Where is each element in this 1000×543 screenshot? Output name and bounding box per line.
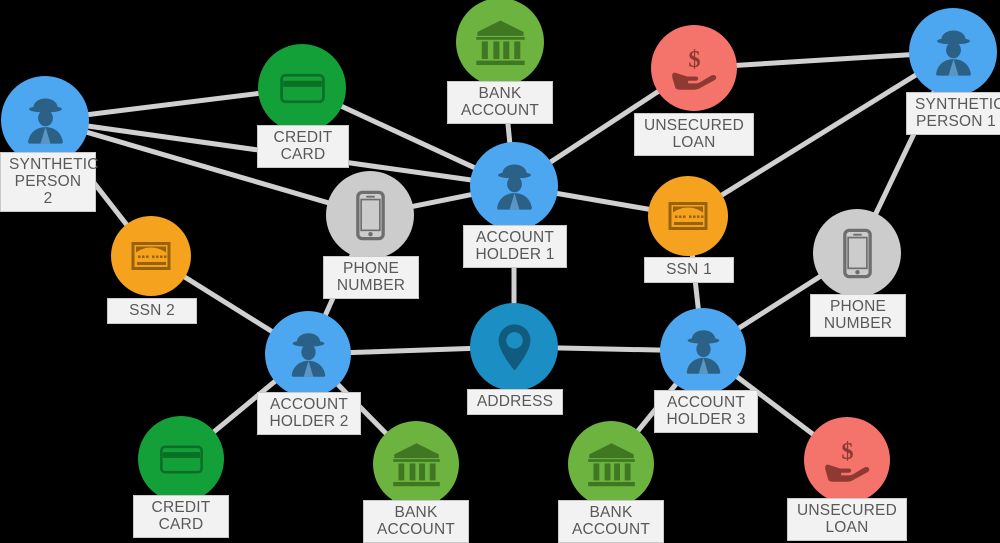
node-credit-card-bottom[interactable] xyxy=(138,416,224,502)
person-fedora-icon xyxy=(677,325,730,378)
node-label-ssn-1: SSN 1 xyxy=(644,257,734,283)
hand-dollar-icon: $ xyxy=(668,42,721,95)
ssn-card-icon xyxy=(126,231,176,281)
node-account-holder-3[interactable] xyxy=(660,308,746,394)
bank-building-icon xyxy=(390,438,443,491)
node-label-bank-account-b2: BANK ACCOUNT xyxy=(558,500,664,543)
node-label-account-holder-3: ACCOUNT HOLDER 3 xyxy=(654,390,758,433)
bank-building-icon xyxy=(473,15,528,70)
hand-dollar-icon: $ xyxy=(821,434,874,487)
node-label-unsecured-loan-top: UNSECURED LOAN xyxy=(634,113,754,156)
svg-text:$: $ xyxy=(688,45,700,72)
node-label-credit-card-bottom: CREDIT CARD xyxy=(133,495,229,538)
node-phone-number-right[interactable] xyxy=(813,209,901,297)
node-synthetic-person-1[interactable] xyxy=(909,8,997,96)
node-ssn-2[interactable] xyxy=(111,216,191,296)
node-label-account-holder-2: ACCOUNT HOLDER 2 xyxy=(257,392,361,435)
credit-card-icon xyxy=(275,61,330,116)
node-label-synthetic-person-1: SYNTHETIC PERSON 1 xyxy=(906,92,1000,135)
svg-text:$: $ xyxy=(841,437,853,464)
credit-card-icon xyxy=(155,433,208,486)
person-fedora-icon xyxy=(18,93,73,148)
node-unsecured-loan-bot[interactable]: $ xyxy=(804,417,890,503)
node-label-bank-account-top: BANK ACCOUNT xyxy=(447,81,553,124)
node-credit-card-top[interactable] xyxy=(258,44,346,132)
smartphone-icon xyxy=(343,188,398,243)
node-account-holder-1[interactable] xyxy=(470,142,558,230)
person-fedora-icon xyxy=(926,25,981,80)
node-label-unsecured-loan-bot: UNSECURED LOAN xyxy=(787,498,907,541)
node-label-address: ADDRESS xyxy=(467,389,563,415)
node-label-ssn-2: SSN 2 xyxy=(107,298,197,324)
node-phone-number-left[interactable] xyxy=(326,171,414,259)
node-unsecured-loan-top[interactable]: $ xyxy=(651,25,737,111)
node-label-credit-card-top: CREDIT CARD xyxy=(257,125,349,168)
bank-building-icon xyxy=(585,438,638,491)
ssn-card-icon xyxy=(663,191,713,241)
node-label-phone-number-right: PHONE NUMBER xyxy=(810,294,906,337)
node-bank-account-b1[interactable] xyxy=(373,421,459,507)
node-bank-account-b2[interactable] xyxy=(568,421,654,507)
person-fedora-icon xyxy=(282,328,335,381)
fraud-network-diagram: SYNTHETIC PERSON 2 CREDIT CARD BANK ACCOUN… xyxy=(0,0,1000,543)
node-ssn-1[interactable] xyxy=(648,176,728,256)
node-address[interactable] xyxy=(470,303,558,391)
node-account-holder-2[interactable] xyxy=(265,311,351,397)
node-label-account-holder-1: ACCOUNT HOLDER 1 xyxy=(463,225,567,268)
node-label-bank-account-b1: BANK ACCOUNT xyxy=(363,500,469,543)
node-label-phone-number-left: PHONE NUMBER xyxy=(323,256,419,299)
node-bank-account-top[interactable] xyxy=(456,0,544,86)
node-label-synthetic-person-2: SYNTHETIC PERSON 2 xyxy=(0,152,98,212)
person-fedora-icon xyxy=(487,159,542,214)
map-pin-icon xyxy=(487,320,542,375)
node-synthetic-person-2[interactable] xyxy=(1,76,89,164)
smartphone-icon xyxy=(830,226,885,281)
